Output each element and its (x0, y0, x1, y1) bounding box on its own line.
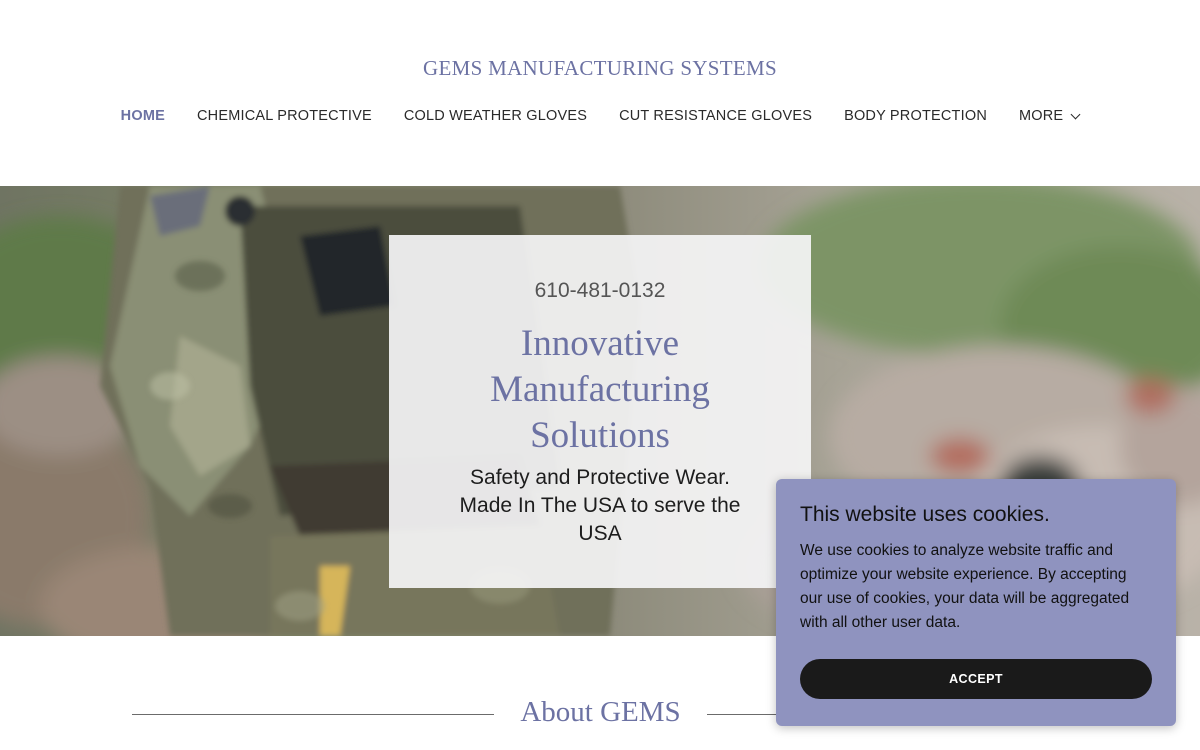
phone-number[interactable]: 610-481-0132 (389, 279, 811, 303)
nav-label: CHEMICAL PROTECTIVE (196, 108, 372, 124)
hero-subheading: Safety and Protective Wear. Made In The … (459, 466, 741, 545)
main-nav: HOME CHEMICAL PROTECTIVE COLD WEATHER GL… (0, 108, 1200, 124)
nav-item-body-protection[interactable]: BODY PROTECTION (844, 108, 987, 124)
hero-card: 610-481-0132 Innovative Manufacturing So… (389, 235, 811, 588)
hero-heading: Innovative Manufacturing Solutions (490, 323, 710, 456)
chevron-down-icon (1070, 109, 1081, 119)
nav-item-more[interactable]: MORE (1019, 108, 1081, 124)
about-title: About GEMS (520, 696, 681, 728)
nav-item-chemical-protective[interactable]: CHEMICAL PROTECTIVE (197, 108, 372, 124)
nav-label: BODY PROTECTION (844, 108, 987, 124)
nav-item-cut-resistance-gloves[interactable]: CUT RESISTANCE GLOVES (619, 108, 812, 124)
nav-label: COLD WEATHER GLOVES (403, 108, 588, 124)
site-title[interactable]: GEMS MANUFACTURING SYSTEMS (0, 56, 1200, 81)
divider-line (132, 714, 494, 715)
cookie-title: This website uses cookies. (800, 503, 1050, 526)
accept-button[interactable]: ACCEPT (800, 659, 1152, 699)
cookie-banner: This website uses cookies. We use cookie… (776, 479, 1176, 726)
nav-label: HOME (120, 108, 165, 124)
cookie-text: We use cookies to analyze website traffi… (800, 542, 1130, 631)
site-header: GEMS MANUFACTURING SYSTEMS HOME CHEMICAL… (0, 0, 1200, 186)
nav-item-cold-weather-gloves[interactable]: COLD WEATHER GLOVES (404, 108, 587, 124)
nav-label: CUT RESISTANCE GLOVES (619, 108, 813, 124)
nav-label: MORE (1019, 108, 1064, 124)
nav-item-home[interactable]: HOME (121, 108, 165, 124)
